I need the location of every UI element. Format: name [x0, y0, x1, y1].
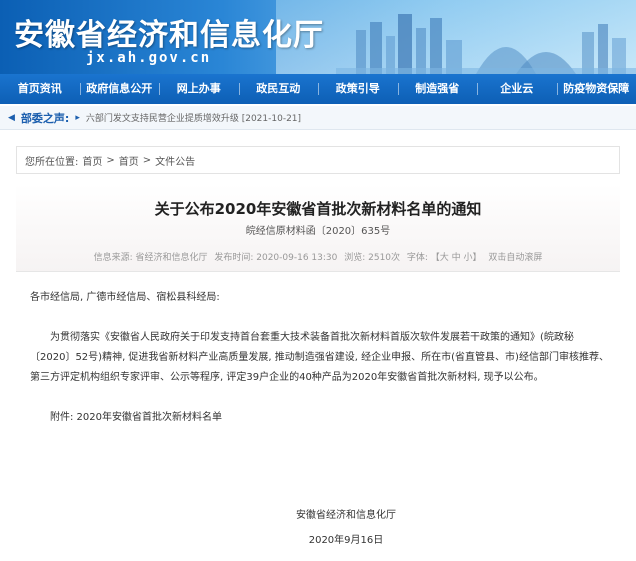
notice-bar: ◀ 部委之声: ▸ 六部门发文支持民营企业提质增效升级 [2021-10-21] [0, 106, 636, 130]
breadcrumb-prefix: 您所在位置: [25, 156, 79, 168]
nav-item-policy[interactable]: 政策引导 [318, 74, 398, 104]
attachment-link[interactable]: 附件: 2020年安徽省首批次新材料名单 [30, 408, 610, 428]
meta-views: 浏览: 2510次 [344, 253, 401, 263]
nav-item-enterprise-cloud[interactable]: 企业云 [477, 74, 557, 104]
notice-label: 部委之声: [20, 111, 70, 125]
site-domain: jx.ah.gov.cn [86, 50, 212, 66]
salutation: 各市经信局, 广德市经信局、宿松县科经局: [30, 292, 220, 303]
meta-autoscroll[interactable]: 双击自动滚屏 [488, 253, 542, 263]
article-meta: 信息来源: 省经济和信息化厅 发布时间: 2020-09-16 13:30 浏览… [16, 250, 620, 263]
site-title[interactable]: 安徽省经济和信息化厅 [14, 10, 324, 54]
article-header: 关于公布2020年安徽省首批次新材料名单的通知 皖经信原材料函〔2020〕635… [16, 184, 620, 272]
breadcrumb-current[interactable]: 文件公告 [155, 153, 195, 168]
notice-link[interactable]: 六部门发文支持民营企业提质增效升级 [2021-10-21] [86, 111, 301, 124]
nav-item-manufacturing[interactable]: 制造强省 [397, 74, 478, 104]
meta-font-size[interactable]: 字体: 【大 中 小】 [407, 253, 482, 263]
breadcrumb-home-2[interactable]: 首页 [119, 153, 139, 168]
caret-left-icon[interactable]: ◀ [8, 113, 15, 123]
body-paragraph: 为贯彻落实《安徽省人民政府关于印发支持首台套重大技术装备首批次新材料首版次软件发… [30, 332, 609, 383]
nav-item-gov-info[interactable]: 政府信息公开 [79, 74, 160, 104]
breadcrumb-separator: > [142, 154, 152, 166]
signature: 安徽省经济和信息化厅 [296, 510, 396, 521]
city-skyline-image [336, 14, 636, 74]
meta-source: 信息来源: 省经济和信息化厅 [93, 253, 208, 263]
caret-right-icon: ▸ [75, 112, 80, 123]
nav-item-online-service[interactable]: 网上办事 [159, 74, 239, 104]
article-body: 各市经信局, 广德市经信局、宿松县科经局: 为贯彻落实《安徽省人民政府关于印发支… [30, 288, 610, 448]
header-banner: 安徽省经济和信息化厅 jx.ah.gov.cn [0, 0, 636, 74]
article-title: 关于公布2020年安徽省首批次新材料名单的通知 [154, 200, 482, 218]
nav-item-epidemic-supplies[interactable]: 防疫物资保障 [556, 74, 636, 104]
breadcrumb-separator: > [106, 154, 115, 166]
signature-block: 安徽省经济和信息化厅 2020年9月16日 [28, 506, 636, 546]
document-number: 皖经信原材料函〔2020〕635号 [245, 226, 391, 237]
meta-date: 发布时间: 2020-09-16 13:30 [214, 253, 338, 263]
nav-item-home[interactable]: 首页资讯 [0, 74, 80, 104]
breadcrumb-home[interactable]: 首页 [82, 153, 102, 168]
sign-date: 2020年9月16日 [308, 535, 384, 546]
main-nav: 首页资讯 政府信息公开 网上办事 政民互动 政策引导 制造强省 企业云 防疫物资… [0, 74, 636, 104]
nav-item-interaction[interactable]: 政民互动 [238, 74, 319, 104]
breadcrumb: 您所在位置: 首页 > 首页 > 文件公告 [16, 146, 620, 174]
